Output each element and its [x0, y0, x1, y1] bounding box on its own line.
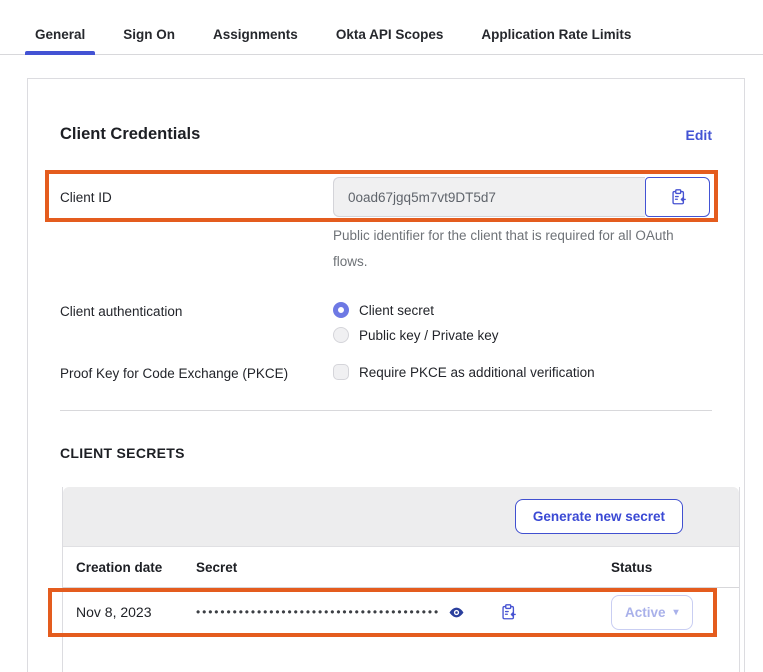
- generate-new-secret-button[interactable]: Generate new secret: [515, 499, 683, 534]
- tab-assignments[interactable]: Assignments: [211, 21, 300, 54]
- pkce-option-label: Require PKCE as additional verification: [359, 365, 595, 380]
- tab-application-rate-limits[interactable]: Application Rate Limits: [479, 21, 633, 54]
- client-authentication-label: Client authentication: [60, 302, 333, 319]
- tab-general[interactable]: General: [33, 21, 87, 54]
- status-badge: Active: [625, 605, 666, 620]
- tab-sign-on[interactable]: Sign On: [121, 21, 177, 54]
- card-header: Client Credentials Edit: [60, 125, 712, 144]
- client-id-input-group: [333, 177, 710, 217]
- pkce-option[interactable]: Require PKCE as additional verification: [333, 364, 712, 380]
- client-id-input[interactable]: [333, 177, 645, 217]
- section-title-client-credentials: Client Credentials: [60, 125, 200, 144]
- client-id-control: Public identifier for the client that is…: [333, 177, 712, 274]
- secrets-table-header: Creation date Secret Status: [63, 547, 739, 588]
- table-row: Nov 8, 2023 ••••••••••••••••••••••••••••…: [63, 588, 739, 636]
- radio-selected-icon[interactable]: [333, 302, 349, 318]
- option-public-private-key-label: Public key / Private key: [359, 328, 499, 343]
- pkce-label: Proof Key for Code Exchange (PKCE): [60, 364, 333, 381]
- checkbox-unchecked-icon[interactable]: [333, 364, 349, 380]
- secret-creation-date: Nov 8, 2023: [76, 604, 196, 620]
- edit-link[interactable]: Edit: [686, 127, 712, 143]
- column-header-creation-date: Creation date: [76, 560, 196, 575]
- copy-secret-button[interactable]: [497, 601, 519, 623]
- reveal-secret-button[interactable]: [446, 602, 467, 623]
- clipboard-copy-icon: [669, 188, 687, 206]
- client-secrets-table: Generate new secret Creation date Secret…: [62, 487, 740, 672]
- eye-icon: [448, 604, 465, 621]
- section-title-client-secrets: CLIENT SECRETS: [60, 445, 712, 461]
- secret-status-cell: Active ▾: [611, 595, 739, 630]
- clipboard-copy-icon: [499, 603, 517, 621]
- client-id-help-text: Public identifier for the client that is…: [333, 223, 685, 274]
- radio-unselected-icon[interactable]: [333, 327, 349, 343]
- copy-client-id-button[interactable]: [645, 177, 710, 217]
- client-authentication-row: Client authentication Client secret Publ…: [60, 302, 712, 343]
- client-id-row: Client ID Public identifi: [60, 177, 712, 274]
- chevron-down-icon: ▾: [674, 607, 679, 618]
- secrets-actions-bar: Generate new secret: [63, 487, 739, 547]
- tab-okta-api-scopes[interactable]: Okta API Scopes: [334, 21, 446, 54]
- column-header-status: Status: [611, 560, 739, 575]
- option-client-secret-label: Client secret: [359, 303, 434, 318]
- client-authentication-options: Client secret Public key / Private key: [333, 302, 712, 343]
- section-divider: [60, 410, 712, 411]
- option-public-private-key[interactable]: Public key / Private key: [333, 327, 712, 343]
- masked-secret-value: ••••••••••••••••••••••••••••••••••••••••: [196, 605, 440, 619]
- client-credentials-card: Client Credentials Edit Client ID: [27, 78, 745, 672]
- secret-value-cell: ••••••••••••••••••••••••••••••••••••••••: [196, 601, 611, 623]
- pkce-row: Proof Key for Code Exchange (PKCE) Requi…: [60, 364, 712, 381]
- option-client-secret[interactable]: Client secret: [333, 302, 712, 318]
- client-id-label: Client ID: [60, 177, 333, 205]
- status-dropdown-button[interactable]: Active ▾: [611, 595, 693, 630]
- app-tab-bar: General Sign On Assignments Okta API Sco…: [0, 0, 763, 55]
- column-header-secret: Secret: [196, 560, 611, 575]
